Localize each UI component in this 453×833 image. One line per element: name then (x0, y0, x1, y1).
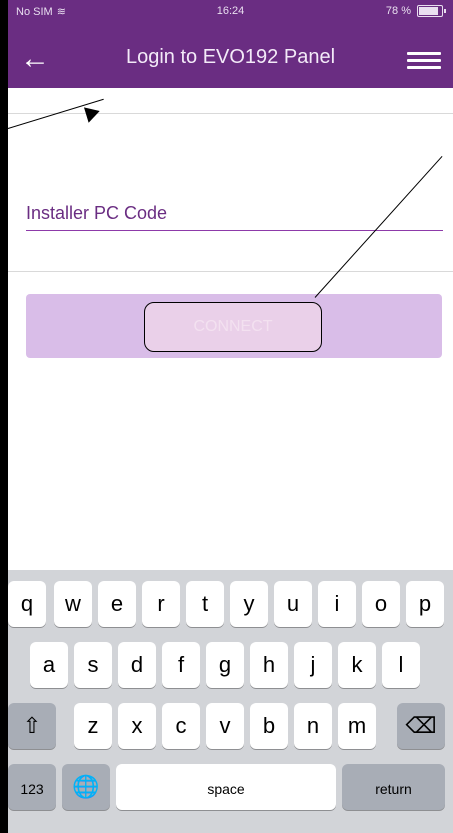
app-header: No SIM ≋ 16:24 78 % ← Login to EVO192 Pa… (8, 0, 453, 88)
key-m[interactable]: m (338, 703, 376, 749)
key-q[interactable]: q (8, 581, 46, 627)
key-t[interactable]: t (186, 581, 224, 627)
key-l[interactable]: l (382, 642, 420, 688)
key-d[interactable]: d (118, 642, 156, 688)
screen-edge (0, 0, 8, 833)
key-r[interactable]: r (142, 581, 180, 627)
form-divider (8, 271, 453, 272)
globe-key[interactable]: 🌐 (62, 764, 110, 810)
battery-group: 78 % (385, 5, 446, 17)
key-p[interactable]: p (406, 581, 444, 627)
battery-icon (417, 5, 446, 17)
key-a[interactable]: a (30, 642, 68, 688)
globe-icon: 🌐 (72, 774, 100, 799)
connect-button[interactable]: CONNECT (26, 294, 442, 358)
key-z[interactable]: z (74, 703, 112, 749)
key-h[interactable]: h (250, 642, 288, 688)
key-v[interactable]: v (206, 703, 244, 749)
back-arrow-icon[interactable]: ← (20, 44, 60, 74)
connect-button-label: CONNECT (144, 302, 322, 352)
shift-key[interactable]: ⇧ (8, 703, 56, 749)
key-i[interactable]: i (318, 581, 356, 627)
key-o[interactable]: o (362, 581, 400, 627)
key-k[interactable]: k (338, 642, 376, 688)
backspace-icon: ⌫ (405, 713, 437, 738)
key-s[interactable]: s (74, 642, 112, 688)
key-f[interactable]: f (162, 642, 200, 688)
key-j[interactable]: j (294, 642, 332, 688)
key-g[interactable]: g (206, 642, 244, 688)
return-key[interactable]: return (342, 764, 445, 810)
page-title: Login to EVO192 Panel (125, 46, 336, 68)
battery-percent: 78 % (385, 5, 411, 17)
status-bar: No SIM ≋ 16:24 78 % (8, 0, 453, 24)
key-e[interactable]: e (98, 581, 136, 627)
key-x[interactable]: x (118, 703, 156, 749)
onscreen-keyboard: q w e r t y u i o p a s d f g h j k l ⇧ … (8, 570, 453, 833)
key-b[interactable]: b (250, 703, 288, 749)
nav-row: ← Login to EVO192 Panel (8, 34, 453, 86)
top-divider (8, 113, 453, 114)
key-c[interactable]: c (162, 703, 200, 749)
installer-code-field[interactable] (26, 196, 443, 231)
numbers-key[interactable]: 123 (8, 764, 56, 810)
key-w[interactable]: w (54, 581, 92, 627)
space-key[interactable]: space (116, 764, 336, 810)
phone-screen: No SIM ≋ 16:24 78 % ← Login to EVO192 Pa… (0, 0, 453, 833)
shift-icon: ⇧ (22, 713, 42, 738)
key-y[interactable]: y (230, 581, 268, 627)
key-n[interactable]: n (294, 703, 332, 749)
backspace-key[interactable]: ⌫ (397, 703, 445, 749)
hamburger-menu-icon[interactable] (407, 48, 441, 72)
annotation-arrow-head-1 (83, 103, 103, 123)
key-u[interactable]: u (274, 581, 312, 627)
